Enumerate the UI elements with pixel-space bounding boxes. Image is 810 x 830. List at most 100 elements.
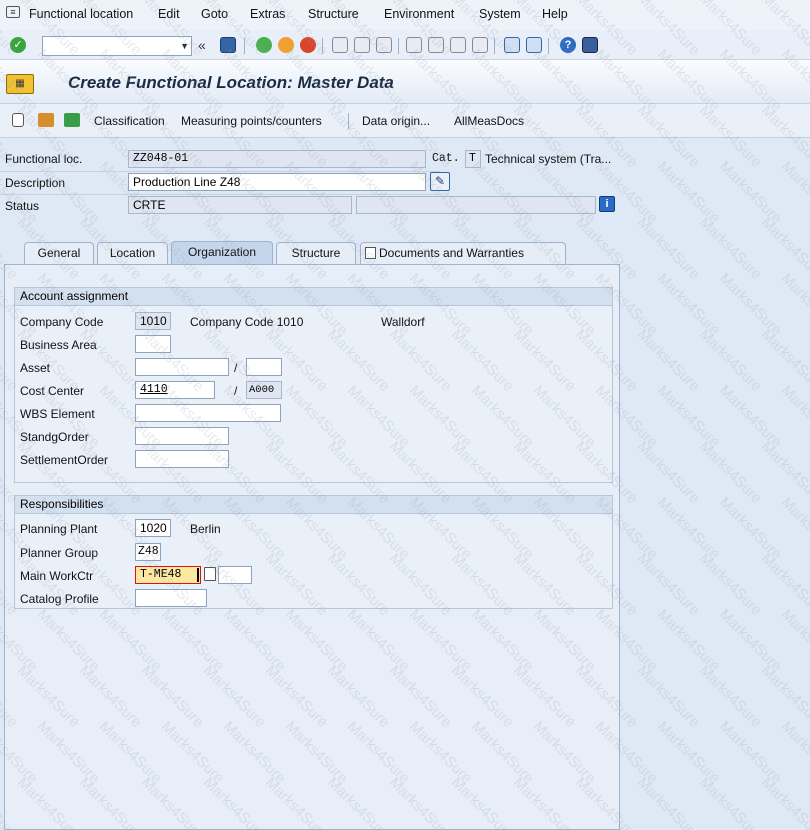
menu-functional-location[interactable]: Functional location	[29, 7, 133, 21]
watermark-text: Marks4Sure	[633, 325, 703, 396]
status-field: CRTE	[128, 196, 352, 214]
customize-layout-icon[interactable]	[582, 37, 598, 53]
wbs-element-field[interactable]	[135, 404, 281, 422]
watermark-text: Marks4Sure	[715, 381, 785, 452]
cost-center-slash: /	[234, 384, 238, 398]
tab-structure[interactable]: Structure	[276, 242, 356, 264]
watermark-text: Marks4Sure	[715, 717, 785, 788]
tab-documents-and-warranties[interactable]: Documents and Warranties	[360, 242, 566, 264]
cancel-icon[interactable]	[300, 37, 316, 53]
category-label: Cat.	[432, 152, 460, 165]
command-field[interactable]: ▼	[42, 36, 192, 56]
shortcut-icon[interactable]	[526, 37, 542, 53]
description-field[interactable]: Production Line Z48	[128, 173, 426, 191]
watermark-text: Marks4Sure	[777, 493, 810, 564]
watermark-text: Marks4Sure	[777, 717, 810, 788]
structure-list-icon[interactable]	[64, 113, 80, 127]
back-icon[interactable]	[256, 37, 272, 53]
cost-center-field[interactable]: 4110	[135, 381, 215, 399]
menu-edit[interactable]: Edit	[158, 7, 180, 21]
watermark-text: Marks4Sure	[281, 157, 351, 228]
planning-plant-label: Planning Plant	[20, 522, 98, 536]
watermark-text: Marks4Sure	[653, 493, 723, 564]
watermark-text: Marks4Sure	[33, 157, 103, 228]
system-menu-icon[interactable]: ≡	[6, 6, 20, 18]
watermark-text: Marks4Sure	[343, 157, 413, 228]
standing-order-field[interactable]	[135, 427, 229, 445]
toolbar-separator	[398, 38, 399, 54]
watermark-text: Marks4Sure	[653, 717, 723, 788]
page-title: Create Functional Location: Master Data	[68, 73, 394, 92]
prev-page-icon[interactable]	[428, 37, 444, 53]
watermark-text: Marks4Sure	[695, 773, 765, 830]
settlement-order-label: SettlementOrder	[20, 453, 109, 467]
menu-system[interactable]: System	[479, 7, 521, 21]
new-session-icon[interactable]	[504, 37, 520, 53]
print-icon[interactable]	[332, 37, 348, 53]
catalog-profile-field[interactable]	[135, 589, 207, 607]
menu-environment[interactable]: Environment	[384, 7, 454, 21]
asset-field[interactable]	[135, 358, 229, 376]
planning-plant-field[interactable]: 1020	[135, 519, 171, 537]
exit-icon[interactable]	[278, 37, 294, 53]
asset-subnumber-field[interactable]	[246, 358, 282, 376]
watermark-text: Marks4Sure	[633, 773, 703, 830]
responsibilities-title: Responsibilities	[15, 496, 612, 514]
measuring-points-button[interactable]: Measuring points/counters	[181, 114, 322, 128]
menu-extras[interactable]: Extras	[250, 7, 285, 21]
description-label: Description	[5, 176, 66, 190]
category-field: T	[465, 150, 481, 168]
watermark-text: Marks4Sure	[0, 157, 41, 228]
business-area-field[interactable]	[135, 335, 171, 353]
main-workctr-field[interactable]: T-ME48	[135, 566, 201, 584]
edit-long-text-icon[interactable]: ✎	[430, 172, 450, 191]
copy-icon[interactable]	[204, 567, 216, 581]
watermark-text: Marks4Sure	[777, 269, 810, 340]
help-icon[interactable]: ?	[560, 37, 576, 53]
chevron-down-icon[interactable]: ▼	[180, 41, 189, 51]
hierarchy-icon[interactable]	[38, 113, 54, 127]
planner-group-field[interactable]: Z48	[135, 543, 161, 561]
functional-loc-field: ZZ048-01	[128, 150, 426, 168]
menu-help[interactable]: Help	[542, 7, 568, 21]
controlling-area-field: A000	[246, 381, 282, 399]
watermark-text: Marks4Sure	[715, 269, 785, 340]
save-icon[interactable]	[220, 37, 236, 53]
history-back-icon[interactable]: «	[198, 37, 214, 53]
category-text: Technical system (Tra...	[485, 152, 612, 166]
watermark-text: Marks4Sure	[757, 437, 810, 508]
main-workctr-plant-field[interactable]	[218, 566, 252, 584]
next-page-icon[interactable]	[450, 37, 466, 53]
find-next-icon[interactable]	[376, 37, 392, 53]
document-icon[interactable]	[12, 113, 24, 127]
document-icon	[365, 247, 376, 259]
status-info-icon[interactable]: i	[599, 196, 615, 212]
find-icon[interactable]	[354, 37, 370, 53]
watermark-text: Marks4Sure	[633, 661, 703, 732]
watermark-text: Marks4Sure	[467, 157, 537, 228]
data-origin-button[interactable]: Data origin...	[362, 114, 430, 128]
tab-documents-label: Documents and Warranties	[379, 246, 524, 260]
first-page-icon[interactable]	[406, 37, 422, 53]
standing-order-label: StandgOrder	[20, 430, 89, 444]
last-page-icon[interactable]	[472, 37, 488, 53]
tab-organization[interactable]: Organization	[171, 241, 273, 265]
menu-structure[interactable]: Structure	[308, 7, 359, 21]
tab-location[interactable]: Location	[97, 242, 168, 264]
menu-goto[interactable]: Goto	[201, 7, 228, 21]
enter-icon[interactable]: ✓	[10, 37, 26, 53]
watermark-text: Marks4Sure	[95, 157, 165, 228]
status-field-extra	[356, 196, 596, 214]
asset-label: Asset	[20, 361, 51, 375]
watermark-text: Marks4Sure	[695, 437, 765, 508]
watermark-text: Marks4Sure	[757, 661, 810, 732]
watermark-text: Marks4Sure	[633, 437, 703, 508]
screen-menu-icon[interactable]: ▦	[6, 74, 34, 94]
classification-button[interactable]: Classification	[94, 114, 165, 128]
responsibilities-group: Responsibilities	[14, 495, 613, 609]
watermark-text: Marks4Sure	[777, 157, 810, 228]
settlement-order-field[interactable]	[135, 450, 229, 468]
tab-general[interactable]: General	[24, 242, 94, 264]
watermark-text: Marks4Sure	[653, 157, 723, 228]
allmeasdocs-button[interactable]: AllMeasDocs	[454, 114, 524, 128]
